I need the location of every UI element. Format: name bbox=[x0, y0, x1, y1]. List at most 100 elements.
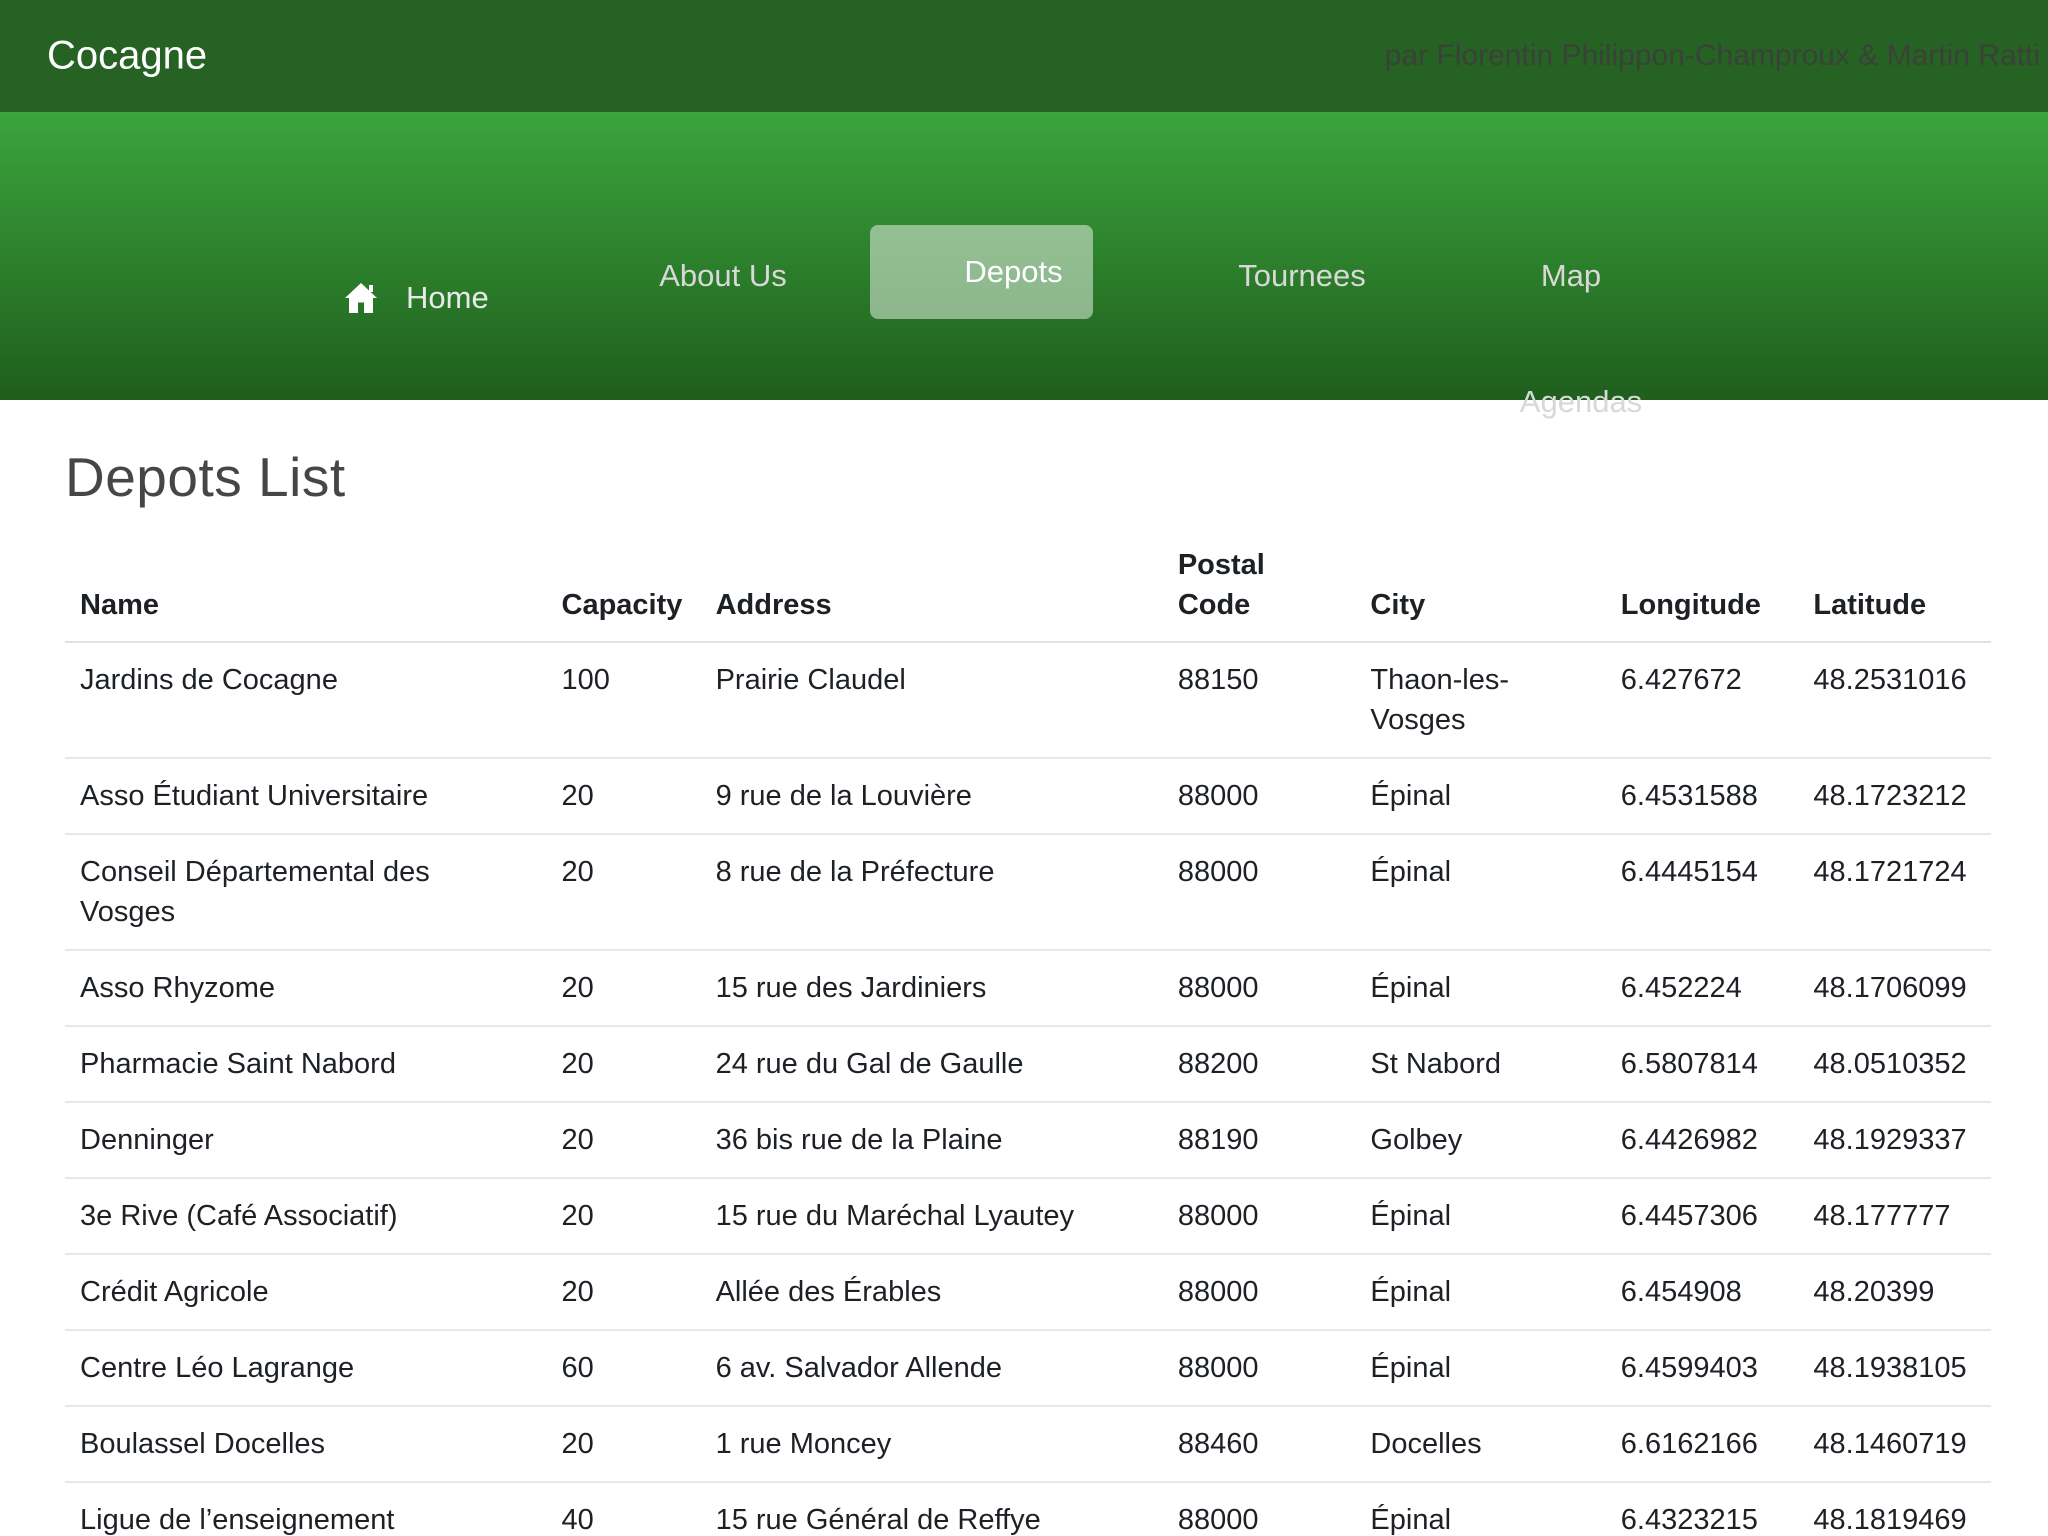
longitude-cell: 6.452224 bbox=[1606, 950, 1799, 1026]
latitude-cell: 48.0510352 bbox=[1798, 1026, 1991, 1102]
column-header-longitude: Longitude bbox=[1606, 533, 1799, 642]
latitude-cell: 48.1721724 bbox=[1798, 834, 1991, 950]
postal-code-cell: 88000 bbox=[1163, 1254, 1356, 1330]
table-header-row: Name Capacity Address Postal Code City L… bbox=[65, 533, 1991, 642]
name-cell: Pharmacie Saint Nabord bbox=[65, 1026, 547, 1102]
address-cell: 9 rue de la Louvière bbox=[701, 758, 1163, 834]
capacity-cell: 60 bbox=[547, 1330, 701, 1406]
table-row: Conseil Départemental des Vosges 20 8 ru… bbox=[65, 834, 1991, 950]
table-row: Pharmacie Saint Nabord 20 24 rue du Gal … bbox=[65, 1026, 1991, 1102]
main-content: Depots List Name Capacity Address Postal… bbox=[0, 400, 2048, 1536]
capacity-cell: 20 bbox=[547, 1178, 701, 1254]
nav-item-about-us[interactable]: About Us bbox=[659, 258, 787, 294]
address-cell: Prairie Claudel bbox=[701, 642, 1163, 758]
city-cell: Épinal bbox=[1355, 1178, 1605, 1254]
name-cell: Asso Étudiant Universitaire bbox=[65, 758, 547, 834]
address-cell: 1 rue Moncey bbox=[701, 1406, 1163, 1482]
address-cell: 15 rue du Maréchal Lyautey bbox=[701, 1178, 1163, 1254]
address-cell: 8 rue de la Préfecture bbox=[701, 834, 1163, 950]
table-row: 3e Rive (Café Associatif) 20 15 rue du M… bbox=[65, 1178, 1991, 1254]
name-cell: Asso Rhyzome bbox=[65, 950, 547, 1026]
latitude-cell: 48.1929337 bbox=[1798, 1102, 1991, 1178]
nav-item-home-label: Home bbox=[406, 280, 489, 316]
byline: par Florentin Philippon-Champroux & Mart… bbox=[1385, 39, 2040, 73]
postal-code-cell: 88000 bbox=[1163, 950, 1356, 1026]
capacity-cell: 20 bbox=[547, 1026, 701, 1102]
address-cell: 15 rue des Jardiniers bbox=[701, 950, 1163, 1026]
city-cell: Docelles bbox=[1355, 1406, 1605, 1482]
name-cell: Crédit Agricole bbox=[65, 1254, 547, 1330]
longitude-cell: 6.4445154 bbox=[1606, 834, 1799, 950]
top-bar: Cocagne par Florentin Philippon-Champrou… bbox=[0, 0, 2048, 112]
address-cell: 6 av. Salvador Allende bbox=[701, 1330, 1163, 1406]
capacity-cell: 100 bbox=[547, 642, 701, 758]
name-cell: Ligue de l’enseignement bbox=[65, 1482, 547, 1536]
longitude-cell: 6.4531588 bbox=[1606, 758, 1799, 834]
longitude-cell: 6.4323215 bbox=[1606, 1482, 1799, 1536]
latitude-cell: 48.20399 bbox=[1798, 1254, 1991, 1330]
city-cell: Épinal bbox=[1355, 950, 1605, 1026]
longitude-cell: 6.427672 bbox=[1606, 642, 1799, 758]
name-cell: Centre Léo Lagrange bbox=[65, 1330, 547, 1406]
longitude-cell: 6.454908 bbox=[1606, 1254, 1799, 1330]
column-header-name: Name bbox=[65, 533, 547, 642]
name-cell: Denninger bbox=[65, 1102, 547, 1178]
postal-code-cell: 88000 bbox=[1163, 1482, 1356, 1536]
name-cell: Boulassel Docelles bbox=[65, 1406, 547, 1482]
depots-table-body: Jardins de Cocagne 100 Prairie Claudel 8… bbox=[65, 642, 1991, 1536]
postal-code-cell: 88000 bbox=[1163, 834, 1356, 950]
city-cell: Golbey bbox=[1355, 1102, 1605, 1178]
nav-item-home[interactable]: Home bbox=[343, 280, 489, 316]
latitude-cell: 48.1460719 bbox=[1798, 1406, 1991, 1482]
table-row: Asso Étudiant Universitaire 20 9 rue de … bbox=[65, 758, 1991, 834]
column-header-latitude: Latitude bbox=[1798, 533, 1991, 642]
latitude-cell: 48.2531016 bbox=[1798, 642, 1991, 758]
city-cell: Épinal bbox=[1355, 1330, 1605, 1406]
page-title: Depots List bbox=[65, 445, 1991, 509]
column-header-capacity: Capacity bbox=[547, 533, 701, 642]
latitude-cell: 48.1819469 bbox=[1798, 1482, 1991, 1536]
depots-table: Name Capacity Address Postal Code City L… bbox=[65, 533, 1991, 1536]
postal-code-cell: 88000 bbox=[1163, 758, 1356, 834]
nav-item-depots-label: Depots bbox=[964, 254, 1062, 290]
postal-code-cell: 88000 bbox=[1163, 1330, 1356, 1406]
longitude-cell: 6.4599403 bbox=[1606, 1330, 1799, 1406]
capacity-cell: 20 bbox=[547, 1102, 701, 1178]
nav-item-map[interactable]: Map bbox=[1541, 258, 1601, 294]
capacity-cell: 20 bbox=[547, 758, 701, 834]
longitude-cell: 6.4457306 bbox=[1606, 1178, 1799, 1254]
home-icon bbox=[343, 281, 379, 315]
city-cell: Thaon-les-Vosges bbox=[1355, 642, 1605, 758]
city-cell: Épinal bbox=[1355, 1254, 1605, 1330]
name-cell: 3e Rive (Café Associatif) bbox=[65, 1178, 547, 1254]
latitude-cell: 48.1938105 bbox=[1798, 1330, 1991, 1406]
postal-code-cell: 88460 bbox=[1163, 1406, 1356, 1482]
nav-item-tournees[interactable]: Tournees bbox=[1238, 258, 1366, 294]
city-cell: Épinal bbox=[1355, 1482, 1605, 1536]
table-row: Centre Léo Lagrange 60 6 av. Salvador Al… bbox=[65, 1330, 1991, 1406]
postal-code-cell: 88000 bbox=[1163, 1178, 1356, 1254]
city-cell: St Nabord bbox=[1355, 1026, 1605, 1102]
column-header-address: Address bbox=[701, 533, 1163, 642]
nav-item-depots-active[interactable]: Depots bbox=[870, 225, 1093, 319]
address-cell: 24 rue du Gal de Gaulle bbox=[701, 1026, 1163, 1102]
capacity-cell: 20 bbox=[547, 1406, 701, 1482]
capacity-cell: 40 bbox=[547, 1482, 701, 1536]
address-cell: Allée des Érables bbox=[701, 1254, 1163, 1330]
table-row: Crédit Agricole 20 Allée des Érables 880… bbox=[65, 1254, 1991, 1330]
address-cell: 15 rue Général de Reffye bbox=[701, 1482, 1163, 1536]
table-row: Jardins de Cocagne 100 Prairie Claudel 8… bbox=[65, 642, 1991, 758]
longitude-cell: 6.5807814 bbox=[1606, 1026, 1799, 1102]
postal-code-cell: 88190 bbox=[1163, 1102, 1356, 1178]
app-window: Cocagne par Florentin Philippon-Champrou… bbox=[0, 0, 2048, 1536]
city-cell: Épinal bbox=[1355, 758, 1605, 834]
table-row: Denninger 20 36 bis rue de la Plaine 881… bbox=[65, 1102, 1991, 1178]
nav-item-agendas[interactable]: Agendas bbox=[1520, 384, 1642, 420]
postal-code-cell: 88150 bbox=[1163, 642, 1356, 758]
capacity-cell: 20 bbox=[547, 1254, 701, 1330]
longitude-cell: 6.4426982 bbox=[1606, 1102, 1799, 1178]
address-cell: 36 bis rue de la Plaine bbox=[701, 1102, 1163, 1178]
latitude-cell: 48.1723212 bbox=[1798, 758, 1991, 834]
brand-link[interactable]: Cocagne bbox=[47, 34, 207, 79]
capacity-cell: 20 bbox=[547, 834, 701, 950]
